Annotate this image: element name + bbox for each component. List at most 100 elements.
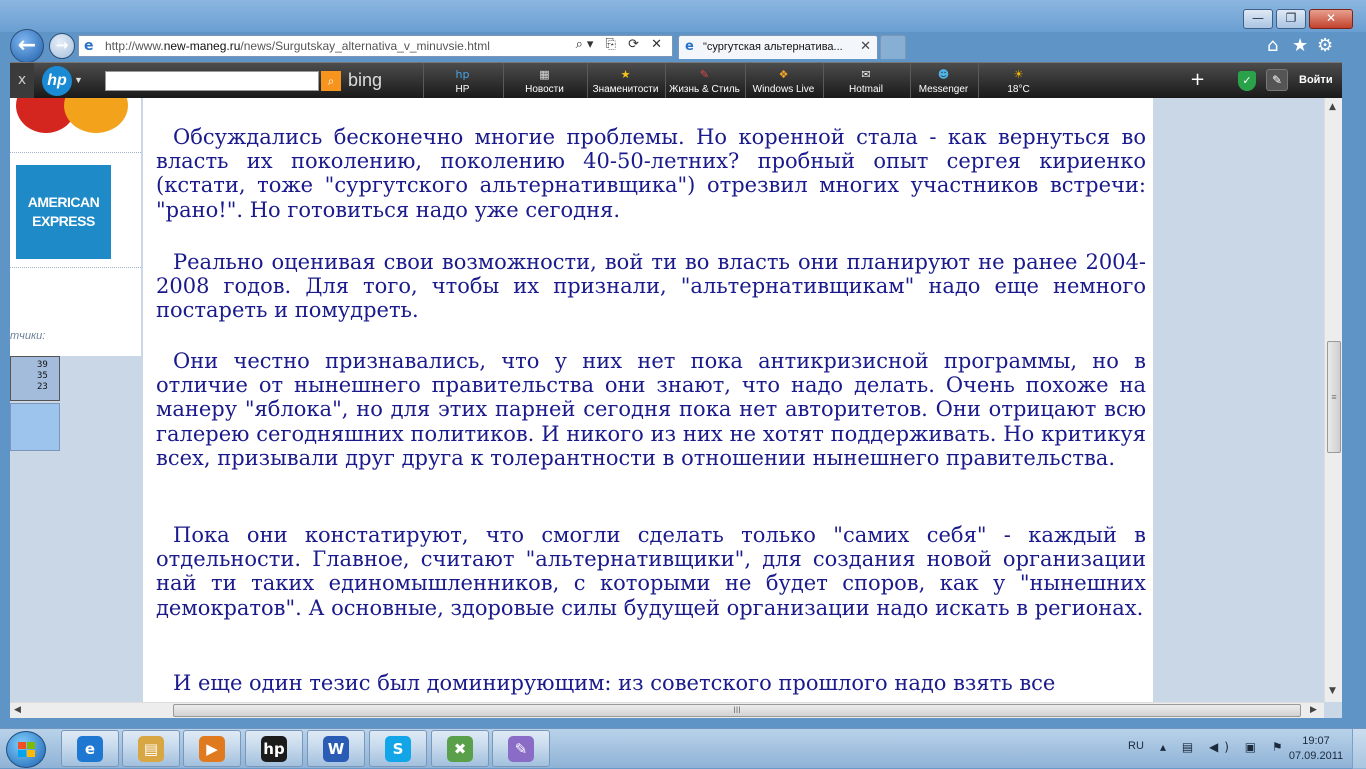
toolbar-item[interactable]: hp HP (423, 63, 501, 99)
tab-close-icon[interactable]: ✕ (860, 39, 871, 54)
windows-logo-icon (18, 742, 36, 758)
scroll-right-icon[interactable]: ▶ (1310, 705, 1317, 715)
show-desktop-button[interactable] (1352, 729, 1366, 769)
toolbar-item-icon: ★ (620, 68, 631, 81)
mastercard-logo[interactable] (16, 98, 128, 133)
scroll-left-icon[interactable]: ◀ (14, 705, 21, 715)
horizontal-scrollbar[interactable]: ◀ III ▶ (10, 702, 1324, 718)
article-paragraph: И еще один тезис был доминирующим: из со… (173, 671, 1056, 695)
paint-icon: ✎ (508, 736, 534, 762)
toolbar-item-label: Hotmail (849, 84, 883, 95)
hp-app-icon: hp (261, 736, 287, 762)
taskbar-app-word[interactable]: W (307, 730, 365, 767)
taskbar-app-windows-explorer[interactable]: ▤ (122, 730, 180, 767)
counter-banner[interactable] (10, 403, 60, 451)
login-link[interactable]: Войти (1299, 74, 1333, 86)
toolbar-item-icon: ✉ (861, 68, 871, 81)
tab-active[interactable]: e "сургутская альтернатива... ✕ (678, 35, 878, 59)
address-tools-icons[interactable]: ⌕▾ ⎘ ⟳ ✕ (576, 37, 666, 52)
toolbar-item[interactable]: ▦ Новости (503, 63, 585, 99)
toolbar-item-icon: ❖ (778, 68, 789, 81)
clock-time: 19:07 (1302, 735, 1330, 747)
horizontal-scroll-thumb[interactable]: III (173, 704, 1301, 717)
bing-logo: bing (348, 70, 383, 90)
vertical-scrollbar[interactable]: ▲ ≡ ▼ (1324, 98, 1342, 702)
tray-icons[interactable]: ▴ ▤ ◀) ▣ ⚑ (1160, 740, 1289, 754)
toolbar-item-label: Windows Live (752, 84, 815, 95)
tools-gear-icon[interactable]: ⚙ (1317, 35, 1333, 56)
clock[interactable]: 19:07 07.09.2011 (1286, 734, 1346, 764)
toolbar-item[interactable]: ✉ Hotmail (823, 63, 908, 99)
scroll-down-icon[interactable]: ▼ (1329, 686, 1336, 696)
ie-page-icon: e (84, 38, 94, 54)
maximize-button[interactable]: ❐ (1276, 9, 1306, 29)
back-button[interactable]: ← (10, 29, 44, 63)
counter-value: 39 (37, 360, 48, 370)
search-icon[interactable]: ⌕ (321, 71, 341, 91)
favorites-star-icon[interactable]: ★ (1292, 35, 1308, 56)
hp-toolbar: x hp ▼ ⌕ bing hp HP ▦ Новости ★ Знаменитости ✎… (10, 62, 1342, 99)
scroll-up-icon[interactable]: ▲ (1329, 102, 1336, 112)
toolbar-item-label: Messenger (918, 84, 969, 95)
media-player-icon: ▶ (199, 736, 225, 762)
article-paragraph: Реально оценивая свои возможности, вой т… (156, 250, 1146, 323)
toolbar-item-icon: hp (455, 68, 470, 81)
shield-icon[interactable]: ✓ (1238, 71, 1256, 91)
bing-search-input[interactable] (105, 71, 319, 91)
clock-date: 07.09.2011 (1288, 750, 1344, 762)
toolbar-item-label: HP (455, 84, 470, 95)
hit-counter[interactable]: 39 35 23 (10, 356, 60, 401)
taskbar-app-paint[interactable]: ✎ (492, 730, 550, 767)
address-bar[interactable]: e http://www.new-maneg.ru/news/Surgutska… (78, 35, 673, 57)
chevron-down-icon[interactable]: ▼ (74, 75, 83, 85)
taskbar-app-skype[interactable]: S (369, 730, 427, 767)
browser-window: — ❐ ✕ ← → e http://www.new-maneg.ru/news… (0, 0, 1366, 728)
vertical-scroll-thumb[interactable]: ≡ (1327, 341, 1341, 453)
page-viewport: AMERICAN EXPRESS тчики: 39 35 23 Обсужда… (10, 98, 1342, 718)
article-paragraph: Обсуждались бесконечно многие проблемы. … (156, 125, 1146, 222)
tab-title: "сургутская альтернатива... (703, 41, 843, 53)
toolbar-item-label: Знаменитости (592, 84, 659, 95)
page-background (1153, 98, 1324, 702)
toolbar-item[interactable]: ❖ Windows Live (745, 63, 821, 99)
start-button[interactable] (6, 731, 46, 768)
taskbar-app-network-tool[interactable]: ✖ (431, 730, 489, 767)
article-content: Обсуждались бесконечно многие проблемы. … (143, 98, 1153, 702)
amex-logo[interactable]: AMERICAN EXPRESS (16, 165, 111, 259)
forward-button[interactable]: → (49, 33, 75, 59)
language-indicator[interactable]: RU (1128, 740, 1144, 752)
taskbar-app-media-player[interactable]: ▶ (183, 730, 241, 767)
taskbar: e ▤ ▶ hp W S ✖ ✎ RU ▴ ▤ ◀) ▣ ⚑ 19:07 07.09.2011 (0, 728, 1366, 769)
toolbar-item-icon: ✎ (699, 68, 710, 81)
internet-explorer-icon: e (77, 736, 103, 762)
toolbar-item[interactable]: ☻ Messenger (910, 63, 976, 99)
toolbar-item[interactable]: ★ Знаменитости (587, 63, 663, 99)
toolbar-item-label: 18°C (1007, 84, 1030, 95)
taskbar-app-internet-explorer[interactable]: e (61, 730, 119, 767)
counter-value: 35 (37, 371, 48, 381)
address-url[interactable]: http://www.new-maneg.ru/news/Surgutskay_… (105, 39, 490, 53)
word-icon: W (323, 736, 349, 762)
amex-box: AMERICAN EXPRESS (10, 153, 141, 268)
toolbar-close-button[interactable]: x (10, 63, 34, 99)
article-paragraph: Они честно признавались, что у них нет п… (156, 349, 1146, 470)
add-button-icon[interactable]: + (1190, 69, 1205, 90)
home-icon[interactable]: ⌂ (1267, 35, 1278, 56)
ie-tab-icon: e (685, 39, 694, 54)
toolbar-item[interactable]: ☀ 18°C (978, 63, 1058, 99)
article-paragraph: Пока они констатируют, что смогли сделат… (156, 523, 1146, 620)
new-tab-button[interactable] (880, 35, 906, 59)
minimize-button[interactable]: — (1243, 9, 1273, 29)
skype-icon: S (385, 736, 411, 762)
counters-label: тчики: (10, 330, 46, 342)
toolbar-item[interactable]: ✎ Жизнь & Стиль (665, 63, 743, 99)
hp-logo[interactable]: hp (42, 66, 72, 96)
title-bar (0, 0, 1366, 32)
toolbar-item-icon: ☻ (937, 68, 950, 81)
left-sidebar: AMERICAN EXPRESS тчики: (10, 98, 141, 356)
wrench-icon[interactable]: ✎ (1266, 69, 1288, 91)
network-tool-icon: ✖ (447, 736, 473, 762)
toolbar-item-icon: ☀ (1013, 68, 1024, 81)
close-window-button[interactable]: ✕ (1309, 9, 1353, 29)
taskbar-app-hp-app[interactable]: hp (245, 730, 303, 767)
